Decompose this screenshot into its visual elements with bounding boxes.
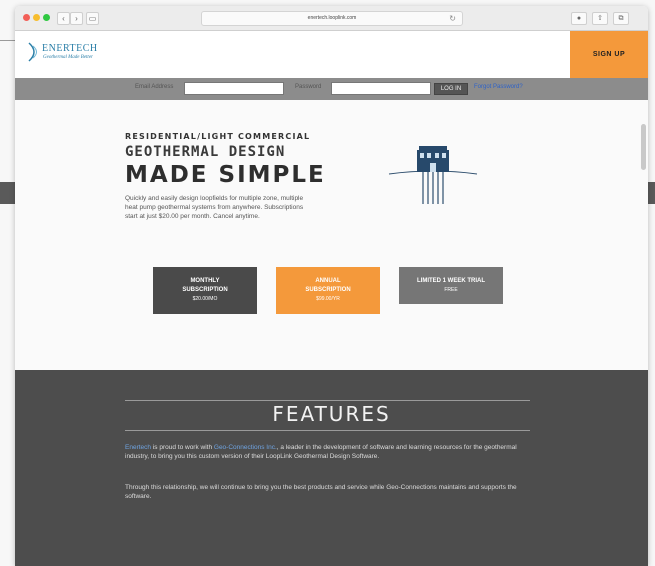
features-title: FEATURES xyxy=(272,402,391,426)
geo-connections-link[interactable]: Geo-Connections Inc. xyxy=(214,444,277,451)
hero-kicker: RESIDENTIAL/LIGHT COMMERCIAL xyxy=(125,132,311,141)
features-paragraph-2: Through this relationship, we will conti… xyxy=(125,484,517,500)
annual-price: $99.00/YR xyxy=(316,296,340,302)
password-label: Password xyxy=(295,84,322,90)
hero-section: RESIDENTIAL/LIGHT COMMERCIAL GEOTHERMAL … xyxy=(15,100,648,370)
downloads-icon[interactable]: ● xyxy=(571,12,587,25)
features-divider-bottom xyxy=(125,430,530,431)
address-bar[interactable]: enertech.looplink.com ↻ xyxy=(201,11,463,26)
forward-button[interactable]: › xyxy=(70,12,83,25)
log-in-button[interactable]: LOG IN xyxy=(434,83,468,95)
trial-price: FREE xyxy=(444,286,458,293)
monthly-line2: SUBSCRIPTION xyxy=(182,287,228,293)
trial-button[interactable]: LIMITED 1 WEEK TRIAL FREE xyxy=(399,267,503,304)
close-window-button[interactable] xyxy=(23,14,30,21)
features-p1-text1: is proud to work with xyxy=(151,444,214,451)
annual-line1: ANNUAL xyxy=(315,278,341,284)
hero-description: Quickly and easily design loopfields for… xyxy=(125,195,304,220)
enertech-link[interactable]: Enertech xyxy=(125,444,151,451)
tabs-overview-icon[interactable]: ⧉ xyxy=(613,12,629,25)
browser-toolbar: ‹ › ▭ enertech.looplink.com ↻ ● ⇧ ⧉ xyxy=(15,6,648,31)
minimize-window-button[interactable] xyxy=(33,14,40,21)
monthly-subscription-button[interactable]: MONTHLY SUBSCRIPTION $20.00/MO xyxy=(153,267,257,314)
logo-mark-icon xyxy=(28,42,37,62)
browser-window: ‹ › ▭ enertech.looplink.com ↻ ● ⇧ ⧉ ENER… xyxy=(15,6,648,566)
reload-icon[interactable]: ↻ xyxy=(449,12,456,25)
annual-line2: SUBSCRIPTION xyxy=(305,287,351,293)
annual-subscription-button[interactable]: ANNUAL SUBSCRIPTION $99.00/YR xyxy=(276,267,380,314)
features-paragraph-1: Enertech is proud to work with Geo-Conne… xyxy=(125,443,530,461)
monthly-line1: MONTHLY xyxy=(190,278,220,284)
house-with-loopfield-icon xyxy=(388,146,478,204)
page-scrollbar[interactable] xyxy=(641,124,646,170)
sidebar-toggle-icon[interactable]: ▭ xyxy=(86,12,99,25)
site-header: ENERTECH Geothermal Made Better SIGN UP xyxy=(15,31,648,78)
sign-up-button[interactable]: SIGN UP xyxy=(570,31,648,78)
hero-title-line2: MADE SIMPLE xyxy=(125,162,326,188)
enertech-logo[interactable]: ENERTECH Geothermal Made Better xyxy=(27,39,107,69)
email-field[interactable] xyxy=(184,82,284,95)
features-section: FEATURES Enertech is proud to work with … xyxy=(15,370,648,566)
forgot-password-link[interactable]: Forgot Password? xyxy=(474,84,523,90)
login-bar: Email Address Password LOG IN Forgot Pas… xyxy=(15,78,648,100)
share-icon[interactable]: ⇧ xyxy=(592,12,608,25)
hero-title-line1: GEOTHERMAL DESIGN xyxy=(125,144,286,160)
monthly-price: $20.00/MO xyxy=(192,296,218,302)
logo-name: ENERTECH xyxy=(42,43,98,54)
back-button[interactable]: ‹ xyxy=(57,12,70,25)
email-label: Email Address xyxy=(135,84,174,90)
logo-tagline: Geothermal Made Better xyxy=(43,55,93,60)
features-divider-top xyxy=(125,400,530,401)
trial-line1: LIMITED 1 WEEK TRIAL xyxy=(417,277,485,284)
zoom-window-button[interactable] xyxy=(43,14,50,21)
address-url: enertech.looplink.com xyxy=(307,15,357,21)
password-field[interactable] xyxy=(331,82,431,95)
